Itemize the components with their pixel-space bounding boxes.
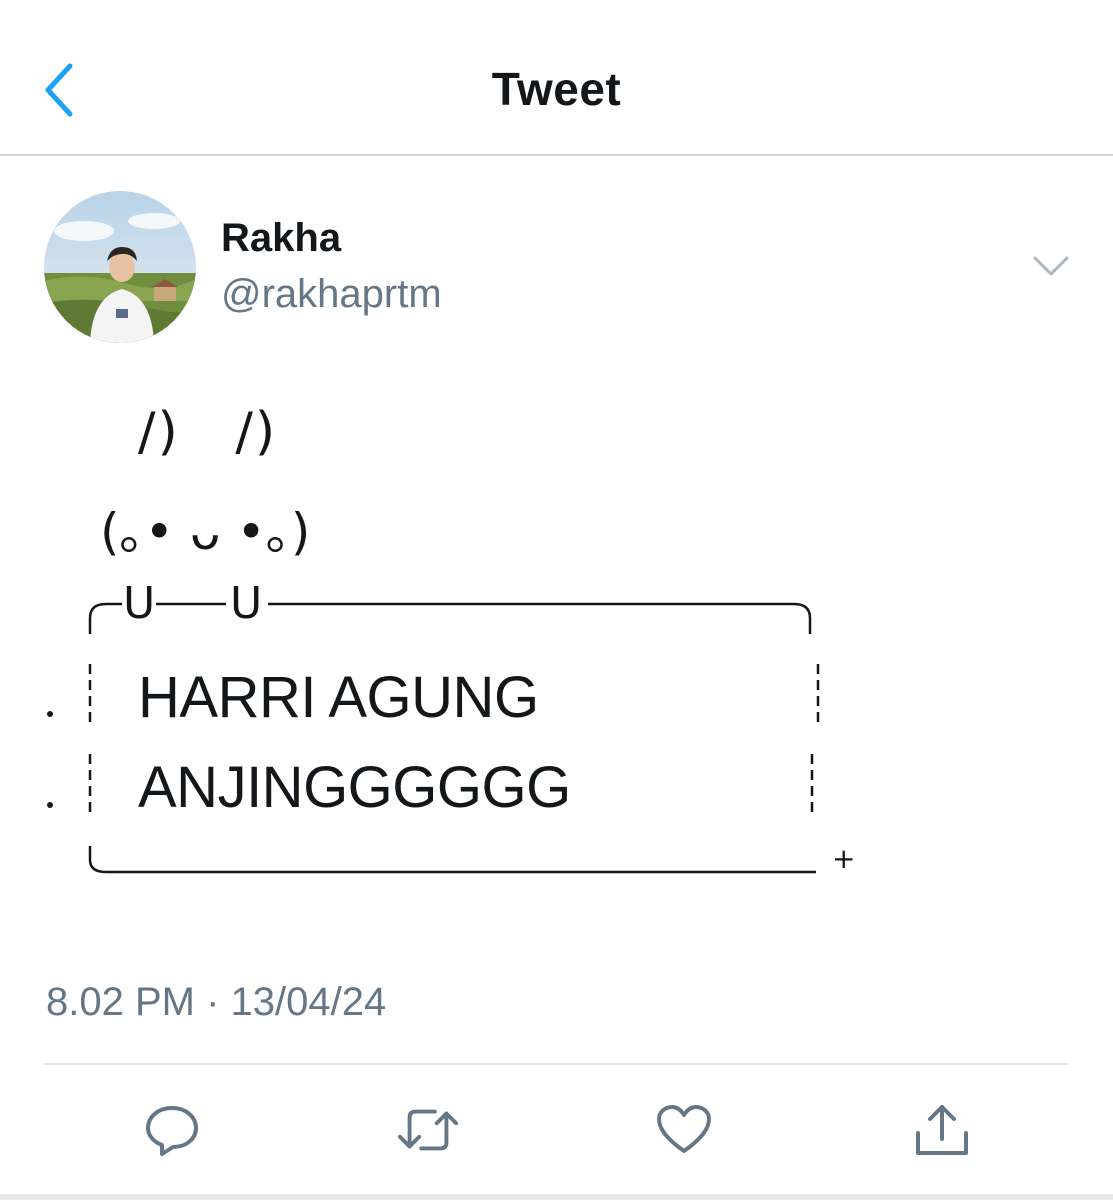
paw-right: U [230,578,263,629]
tweet-text: /) /) (｡• ᴗ •｡) U U HARRI AGUNG ANJINGGG… [0,0,1113,900]
like-button[interactable] [652,1098,716,1162]
paw-left: U [123,578,156,629]
tweet-timestamp: 8.02 PM · 13/04/24 [46,980,387,1024]
reply-icon [146,1106,198,1156]
share-icon [916,1105,968,1155]
share-button[interactable] [910,1098,974,1162]
dot-mark [47,711,53,717]
retweet-icon [397,1109,459,1151]
plus-mark: + [832,842,856,875]
message-line-1: HARRI AGUNG [138,665,539,730]
retweet-button[interactable] [396,1098,460,1162]
divider [44,1063,1068,1065]
bottom-strip [0,1194,1113,1200]
reply-button[interactable] [140,1098,204,1162]
tweet-detail-screen: Tweet Rakha @rakhaprtm /) /) (｡• ᴗ •｡) U… [0,0,1113,1200]
dot-mark [47,802,53,808]
message-line-2: ANJINGGGGGG [138,755,571,820]
heart-icon [657,1105,711,1153]
